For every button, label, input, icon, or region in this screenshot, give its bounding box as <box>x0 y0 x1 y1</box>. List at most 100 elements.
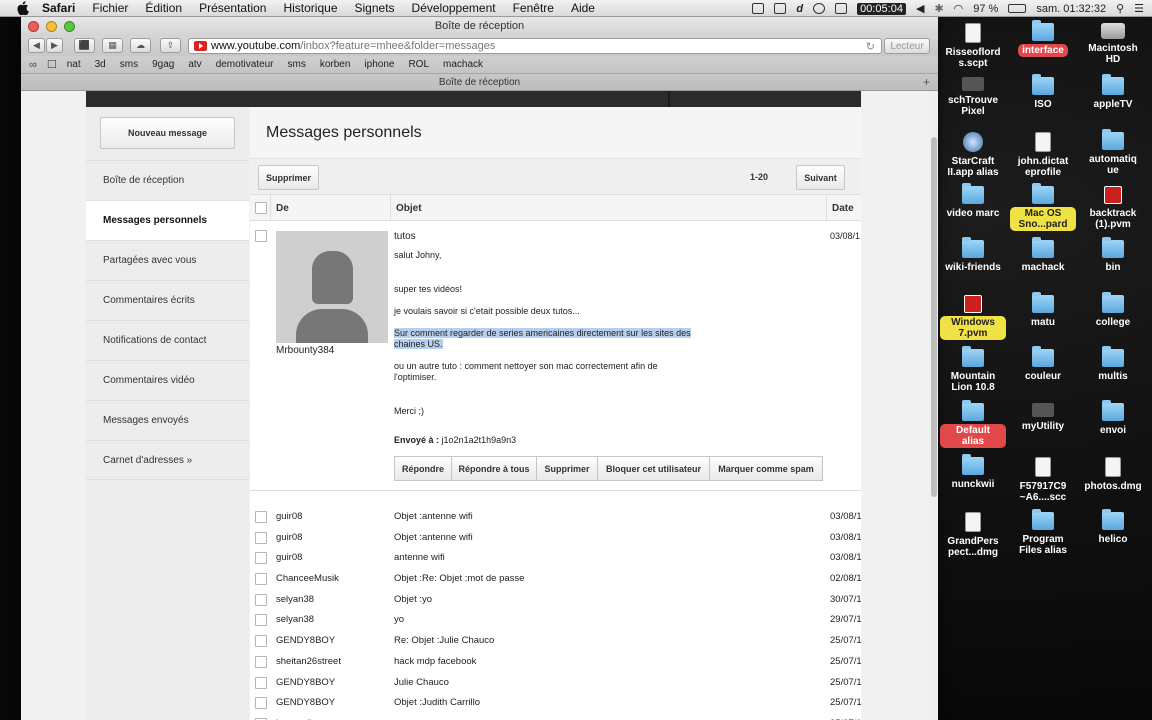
row-subject[interactable]: Objet :Re: Objet :mot de passe <box>394 573 524 584</box>
select-all-checkbox[interactable] <box>255 202 267 214</box>
column-date[interactable]: Date <box>826 195 861 221</box>
desktop-item[interactable]: StarCraft II.app alias <box>940 131 1006 179</box>
row-checkbox[interactable] <box>255 511 267 523</box>
table-row[interactable]: selyan38 yo 29/07/1 <box>250 610 861 631</box>
clock[interactable]: sam. 01:32:32 <box>1036 3 1106 15</box>
reload-icon[interactable]: ↻ <box>866 40 875 53</box>
page-scrollbar[interactable] <box>930 91 938 720</box>
mark-spam-button[interactable]: Marquer comme spam <box>709 456 823 481</box>
wifi-icon[interactable]: ◠ <box>954 2 964 15</box>
desktop-item[interactable]: envoi <box>1080 400 1146 437</box>
table-row[interactable]: GENDY8BOY Julie Chauco 25/07/1 <box>250 673 861 694</box>
row-sender[interactable]: guir08 <box>276 511 302 522</box>
desktop-item[interactable]: matu <box>1010 291 1076 329</box>
nav-inbox[interactable]: Boîte de réception <box>86 160 249 200</box>
bookmarks-book-icon[interactable]: ☐ <box>47 58 57 71</box>
battery-level[interactable]: 97 % <box>973 3 998 15</box>
menu-aide[interactable]: Aide <box>571 1 595 15</box>
volume-icon[interactable]: ◀ <box>916 2 924 15</box>
minimize-window-icon[interactable] <box>46 21 57 32</box>
bookmark-item[interactable]: machack <box>443 59 483 70</box>
tab-inbox[interactable]: Boîte de réception <box>439 77 520 88</box>
table-row[interactable]: laurasailycoucou25/07/1 <box>250 714 861 720</box>
row-sender[interactable]: sheitan26street <box>276 656 341 667</box>
reply-all-button[interactable]: Répondre à tous <box>451 456 537 481</box>
topsites-button[interactable]: ⬛ <box>74 38 95 53</box>
desktop-item[interactable]: Risseoflord s.scpt <box>940 23 1006 70</box>
bookmark-item[interactable]: korben <box>320 59 351 70</box>
row-checkbox[interactable] <box>255 573 267 586</box>
row-checkbox[interactable] <box>255 614 267 627</box>
desktop-item[interactable]: Program Files alias <box>1010 508 1076 557</box>
recording-timer[interactable]: 00:05:04 <box>857 2 906 15</box>
delete-message-button[interactable]: Supprimer <box>536 456 598 481</box>
row-subject[interactable]: Objet :yo <box>394 594 432 605</box>
desktop-item[interactable]: automatiq ue <box>1080 128 1146 177</box>
row-checkbox[interactable] <box>255 655 267 668</box>
bookmark-item[interactable]: nat <box>67 59 81 70</box>
desktop-item[interactable]: machack <box>1010 237 1076 274</box>
row-subject[interactable]: hack mdp facebook <box>394 656 476 667</box>
message-checkbox[interactable] <box>255 230 267 242</box>
bookmark-item[interactable]: demotivateur <box>216 59 274 70</box>
table-row[interactable]: guir08 Objet :antenne wifi 03/08/1 <box>250 507 861 528</box>
menu-signets[interactable]: Signets <box>355 1 395 15</box>
desktop-item[interactable]: backtrack (1).pvm <box>1080 185 1146 231</box>
bookmark-item[interactable]: 9gag <box>152 59 174 70</box>
table-row[interactable]: GENDY8BOY Re: Objet :Julie Chauco 25/07/1 <box>250 631 861 652</box>
apple-icon[interactable] <box>14 1 32 15</box>
close-window-icon[interactable] <box>28 21 39 32</box>
row-subject[interactable]: antenne wifi <box>394 552 445 563</box>
table-row[interactable]: sheitan26street hack mdp facebook 25/07/1 <box>250 652 861 673</box>
row-sender[interactable]: GENDY8BOY <box>276 635 335 646</box>
block-user-button[interactable]: Bloquer cet utilisateur <box>597 456 710 481</box>
menu-developpement[interactable]: Développement <box>412 1 496 15</box>
menu-presentation[interactable]: Présentation <box>199 1 266 15</box>
record-icon[interactable] <box>813 3 826 14</box>
row-checkbox[interactable] <box>255 531 267 544</box>
row-sender[interactable]: GENDY8BOY <box>276 677 335 688</box>
back-button[interactable]: ◀ <box>28 38 45 53</box>
selected-text[interactable]: Sur comment regarder de series americain… <box>394 328 691 349</box>
delete-button[interactable]: Supprimer <box>258 165 319 190</box>
desktop-item[interactable]: GrandPers pect...dmg <box>940 511 1006 559</box>
desktop-item[interactable]: video marc <box>940 182 1006 220</box>
bookmark-item[interactable]: iphone <box>364 59 394 70</box>
bookmark-item[interactable]: atv <box>188 59 201 70</box>
row-sender[interactable]: selyan38 <box>276 614 314 625</box>
desktop-item[interactable]: nunckwii <box>940 454 1006 491</box>
row-subject[interactable]: yo <box>394 614 404 625</box>
desktop-item[interactable]: Macintosh HD <box>1080 23 1146 66</box>
desktop-item[interactable]: myUtility <box>1010 403 1076 433</box>
row-subject[interactable]: Objet :antenne wifi <box>394 511 473 522</box>
desktop-item[interactable]: bin <box>1080 237 1146 274</box>
row-sender[interactable]: ChanceeMusik <box>276 573 339 584</box>
avatar[interactable] <box>276 231 388 343</box>
desktop-item[interactable]: college <box>1080 291 1146 329</box>
bookmark-item[interactable]: ROL <box>408 59 429 70</box>
row-sender[interactable]: selyan38 <box>276 594 314 605</box>
forward-button[interactable]: ▶ <box>46 38 63 53</box>
address-bar[interactable]: www.youtube.com /inbox?feature=mhee&fold… <box>188 38 882 54</box>
table-row[interactable]: GENDY8BOY Objet :Judith Carrillo 25/07/1 <box>250 693 861 714</box>
table-row[interactable]: ChanceeMusik Objet :Re: Objet :mot de pas… <box>250 569 861 590</box>
desktop-item[interactable]: Windows 7.pvm <box>940 294 1006 340</box>
row-checkbox[interactable] <box>255 697 267 710</box>
row-sender[interactable]: GENDY8BOY <box>276 697 335 708</box>
menu-fichier[interactable]: Fichier <box>92 1 128 15</box>
desktop-item[interactable]: wiki-friends <box>940 237 1006 274</box>
nav-personal-messages[interactable]: Messages personnels <box>86 200 249 240</box>
nav-video-comments[interactable]: Commentaires vidéo <box>86 360 249 400</box>
desktop-item[interactable]: multis <box>1080 345 1146 383</box>
dropbox-icon[interactable] <box>752 3 765 14</box>
desktop-item[interactable]: photos.dmg <box>1080 457 1146 493</box>
row-subject[interactable]: Objet :Judith Carrillo <box>394 697 480 708</box>
table-row[interactable]: selyan38 Objet :yo 30/07/1 <box>250 590 861 611</box>
row-sender[interactable]: guir08 <box>276 552 302 563</box>
nav-address-book[interactable]: Carnet d'adresses » <box>86 440 249 480</box>
desktop-item[interactable]: appleTV <box>1080 74 1146 111</box>
bookmark-item[interactable]: sms <box>120 59 138 70</box>
desktop-item[interactable]: helico <box>1080 508 1146 546</box>
menu-fenetre[interactable]: Fenêtre <box>513 1 554 15</box>
next-page-button[interactable]: Suivant <box>796 165 845 190</box>
